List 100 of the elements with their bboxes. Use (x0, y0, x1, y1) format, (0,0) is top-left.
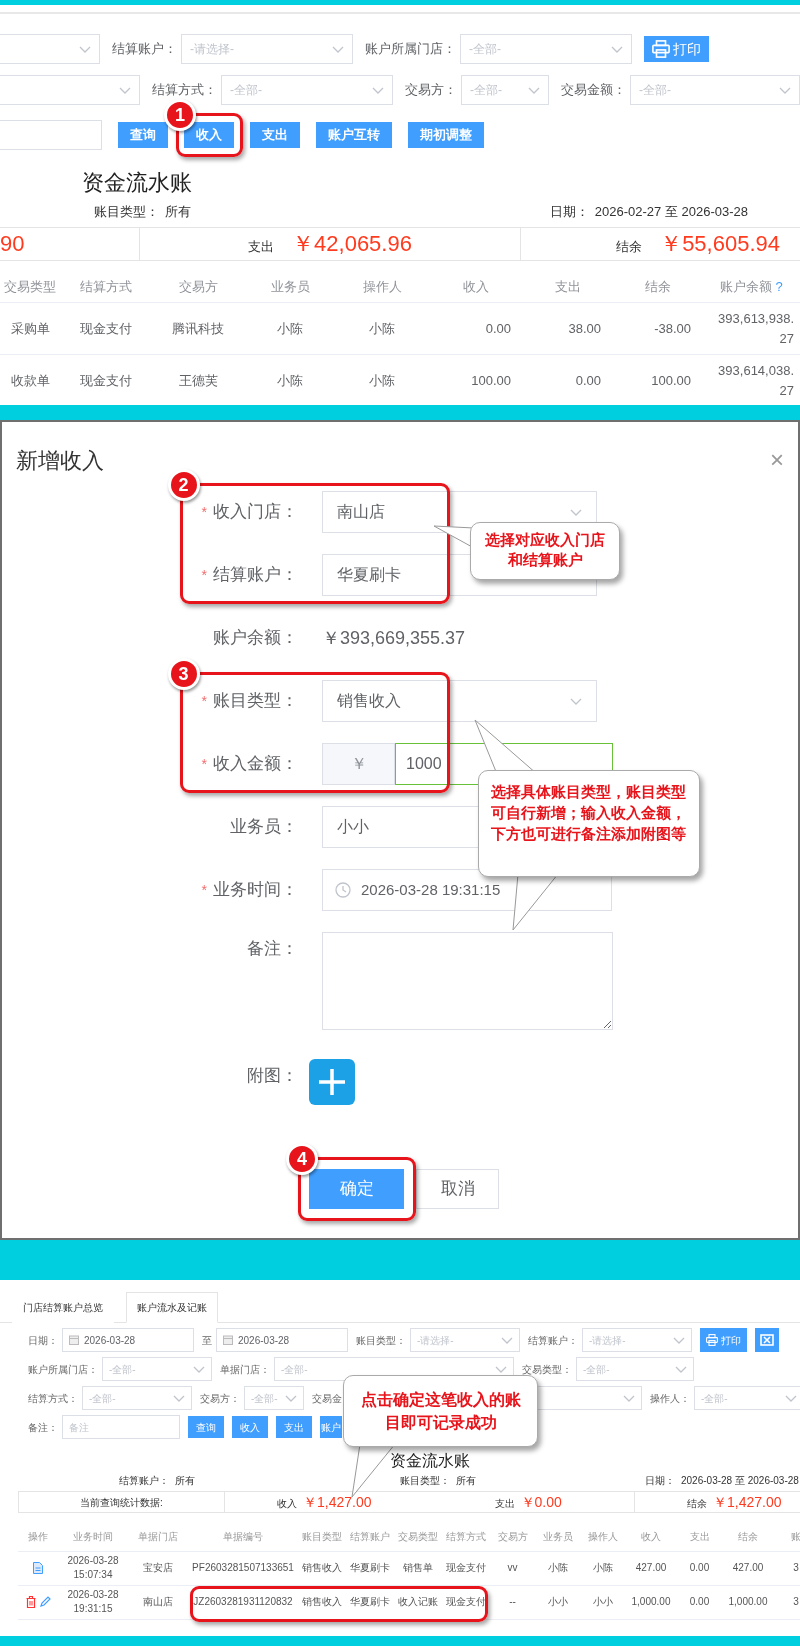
field-label: 结算账户： (528, 1333, 578, 1348)
print-button[interactable]: 打印 (644, 36, 709, 62)
field-label: 账户所属门店： (28, 1362, 98, 1377)
select-field[interactable] (0, 75, 140, 105)
print-icon (652, 40, 670, 58)
table-cell: 宝安店 (128, 1551, 188, 1585)
table-cell: 小陈 (535, 1551, 580, 1585)
field-label: 账户余额： (213, 627, 298, 650)
column-header: 结算方式 (442, 1523, 490, 1551)
field-label: 单据门店： (220, 1362, 270, 1377)
action-button[interactable]: 账户互转 (316, 122, 392, 148)
table-cell: 腾讯科技 (152, 302, 244, 355)
summary-label: 结余 (616, 237, 643, 256)
table-cell: 销售收入 (298, 1551, 346, 1585)
table-cell: 0.00 (677, 1551, 722, 1585)
balance-value: ￥393,669,355.37 (322, 626, 466, 650)
table-cell: 100.00 (428, 354, 523, 405)
table-cell: 38.00 (523, 302, 613, 355)
required-mark: * (201, 502, 207, 522)
column-header: 单据门店 (128, 1523, 188, 1551)
meta-value: 2026-02-27 至 2026-03-28 (594, 203, 748, 221)
chevron-down-icon (675, 1365, 687, 1373)
select-field[interactable]: -全部- (461, 75, 549, 105)
field-label: 备注： (28, 1420, 58, 1435)
chevron-down-icon (779, 86, 791, 94)
chevron-down-icon (173, 1394, 185, 1402)
print-button[interactable]: 打印 (700, 1328, 747, 1352)
action-button[interactable]: 支出 (250, 122, 300, 148)
add-image-button[interactable] (309, 1059, 355, 1105)
action-button[interactable]: 查询 (188, 1416, 224, 1438)
calendar-icon (69, 1335, 79, 1345)
action-button[interactable]: 收入 (184, 122, 234, 148)
meta-value: 所有 (456, 1474, 476, 1488)
action-button[interactable]: 收入 (232, 1416, 268, 1438)
chevron-down-icon (79, 45, 91, 53)
table-cell: 100.00 (613, 354, 703, 405)
export-button[interactable] (755, 1328, 779, 1352)
table-cell: 小小 (535, 1585, 580, 1619)
table-cell: 现金支付 (442, 1551, 490, 1585)
date-field[interactable]: 2026-03-28 (62, 1328, 194, 1352)
column-header: 结算账户 (346, 1523, 394, 1551)
field-label: 账目类型： (213, 690, 298, 713)
column-header: 业务员 (535, 1523, 580, 1551)
column-header: 收入 (625, 1523, 677, 1551)
summary-label: 当前查询统计数据: (80, 1495, 163, 1510)
step-badge: 1 (164, 99, 196, 131)
chevron-down-icon (570, 697, 582, 705)
field-label: 交易方： (200, 1391, 240, 1406)
calendar-icon (223, 1335, 233, 1345)
ledger-title: 资金流水账 (82, 169, 193, 197)
field-label: 交易金额： (561, 81, 626, 100)
table-cell: 小陈 (244, 302, 336, 355)
table-cell: PF2603281507133651 (188, 1551, 298, 1585)
action-button[interactable]: 期初调整 (408, 122, 484, 148)
table-cell: 0.00 (677, 1585, 722, 1619)
chevron-down-icon (785, 1394, 797, 1402)
table-cell: JZ2603281931120832 (188, 1585, 298, 1619)
field-label: 账户所属门店： (365, 40, 456, 59)
table-cell: 小陈 (336, 302, 428, 355)
summary-label: 支出 (494, 1496, 515, 1511)
confirm-button[interactable]: 确定 (309, 1169, 404, 1209)
table-cell: 现金支付 (60, 354, 152, 405)
summary-label: 支出 (248, 237, 275, 256)
summary-label: 收入 (277, 1496, 297, 1511)
table-cell: 南山店 (128, 1585, 188, 1619)
required-mark: * (201, 754, 207, 774)
chevron-down-icon (372, 86, 384, 94)
field-label: 业务员： (230, 816, 298, 839)
action-button[interactable]: 账户 (320, 1416, 342, 1438)
chevron-down-icon (673, 1336, 685, 1344)
note-textarea[interactable] (322, 932, 613, 1030)
column-header: 交易方 (490, 1523, 535, 1551)
summary-amount: ￥1,427.00 (713, 1492, 782, 1512)
meta-label: 账目类型： (400, 1474, 450, 1488)
tab[interactable]: 账户流水及记账 (126, 1292, 218, 1323)
column-header: 业务员 (244, 270, 336, 303)
column-header: 单据编号 (188, 1523, 298, 1551)
field-label: 交易金 (312, 1391, 342, 1406)
help-icon: ? (775, 278, 783, 294)
chevron-down-icon (119, 86, 131, 94)
column-header: 交易方 (152, 270, 244, 303)
field-label: 结算账户： (213, 564, 298, 587)
cancel-button[interactable]: 取消 (416, 1169, 499, 1209)
action-button[interactable]: 支出 (276, 1416, 312, 1438)
select-field[interactable]: -全部- (460, 34, 632, 64)
summary-label: 结余 (687, 1496, 707, 1511)
table-cell: 1,000.00 (625, 1585, 677, 1619)
select-field[interactable]: -全部- (221, 75, 393, 105)
column-header: 操作人 (580, 1523, 625, 1551)
column-header: 账户余额 (720, 278, 773, 294)
table-cell: 小小 (580, 1585, 625, 1619)
field-label: 结算方式： (152, 81, 217, 100)
column-header: 交易类型 (394, 1523, 442, 1551)
action-button[interactable]: 查询 (118, 122, 168, 148)
select-field[interactable]: -全部- (630, 75, 800, 105)
date-field[interactable]: 2026-03-28 (216, 1328, 348, 1352)
select-field[interactable]: -请选择- (181, 34, 353, 64)
column-header: 交易类型 (0, 270, 60, 303)
close-button[interactable]: × (770, 448, 784, 472)
meta-label: 账目类型： (94, 203, 159, 221)
